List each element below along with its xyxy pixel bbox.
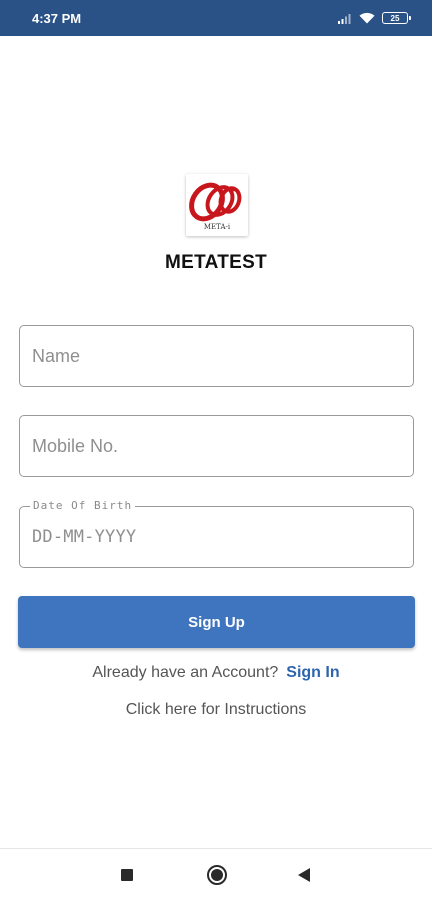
battery-level: 25	[390, 13, 400, 23]
signin-link[interactable]: Sign In	[286, 664, 339, 682]
wifi-icon	[359, 12, 375, 24]
app-logo: META-i	[186, 174, 248, 236]
app-title: METATEST	[165, 252, 267, 273]
status-bar: 4:37 PM 25	[0, 0, 432, 36]
mobile-input[interactable]	[32, 416, 402, 476]
account-row: Already have an Account? Sign In	[0, 664, 432, 682]
dob-input[interactable]	[32, 507, 402, 567]
mobile-field-box	[19, 415, 414, 477]
status-icons: 25	[338, 12, 411, 24]
battery-icon: 25	[382, 12, 411, 24]
status-time: 4:37 PM	[32, 10, 82, 26]
navigation-bar	[0, 848, 432, 900]
signal-icon	[338, 13, 351, 24]
home-circle-icon[interactable]	[207, 865, 227, 885]
instructions-link[interactable]: Click here for Instructions	[0, 701, 432, 719]
dob-field-box: Date Of Birth	[19, 499, 414, 568]
account-prompt: Already have an Account?	[92, 664, 279, 681]
name-field-box	[19, 325, 414, 387]
logo-text: META-i	[204, 223, 231, 231]
signup-button[interactable]: Sign Up	[18, 596, 415, 648]
back-triangle-icon[interactable]	[298, 868, 310, 882]
recents-square-icon[interactable]	[121, 869, 133, 881]
name-input[interactable]	[32, 326, 402, 386]
